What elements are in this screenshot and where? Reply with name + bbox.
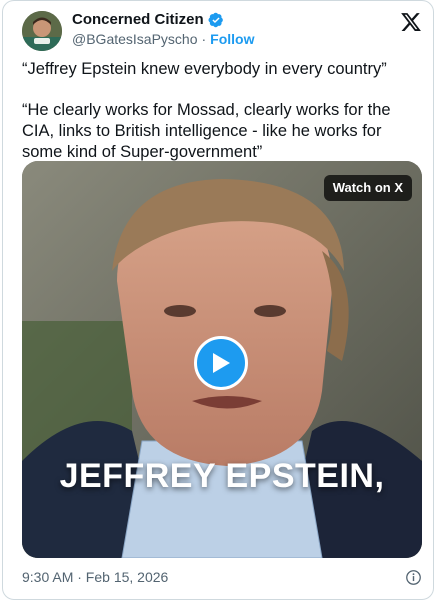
tweet-header: Concerned Citizen @BGatesIsaPyscho · Fol…: [22, 9, 422, 51]
x-logo-icon[interactable]: [400, 11, 422, 33]
tweet-paragraph: “He clearly works for Mossad, clearly wo…: [22, 101, 391, 161]
info-icon[interactable]: [405, 569, 422, 586]
author-info: Concerned Citizen @BGatesIsaPyscho · Fol…: [72, 11, 255, 48]
play-icon: [213, 353, 230, 373]
tweet-paragraph: “Jeffrey Epstein knew everybody in every…: [22, 60, 387, 78]
avatar[interactable]: [22, 11, 62, 51]
verified-badge-icon: [208, 12, 223, 28]
avatar-photo-icon: [22, 11, 62, 51]
author-display-name[interactable]: Concerned Citizen: [72, 11, 204, 29]
timestamp-link[interactable]: 9:30 AM · Feb 15, 2026: [22, 569, 168, 585]
watch-on-x-button[interactable]: Watch on X: [323, 175, 412, 201]
follow-button[interactable]: Follow: [210, 30, 254, 48]
tweet-card: Concerned Citizen @BGatesIsaPyscho · Fol…: [2, 0, 434, 600]
video-caption: JEFFREY EPSTEIN,: [59, 457, 385, 495]
video-player[interactable]: Watch on X JEFFREY EPSTEIN,: [22, 161, 422, 558]
handle-separator: ·: [201, 31, 207, 47]
play-button[interactable]: [194, 336, 248, 390]
tweet-footer: 9:30 AM · Feb 15, 2026: [22, 567, 422, 587]
author-handle[interactable]: @BGatesIsaPyscho: [72, 30, 198, 48]
